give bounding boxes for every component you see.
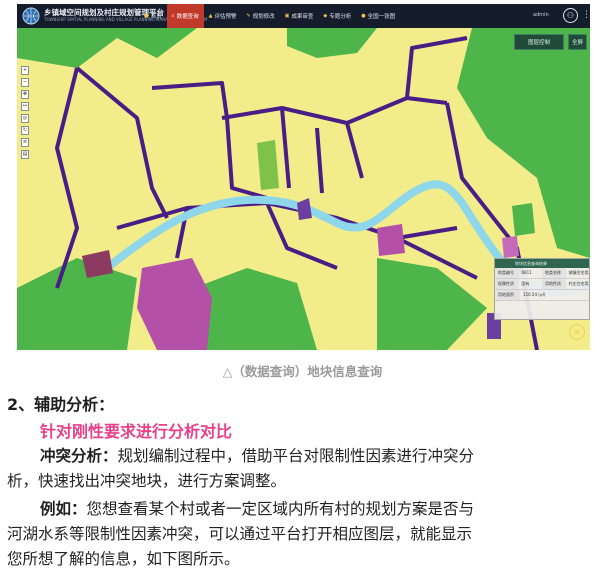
layer-control-button[interactable]: 图层控制: [514, 34, 564, 50]
cell: 0811: [521, 270, 532, 275]
paragraph-line: 您所想了解的信息，如下图所示。: [7, 550, 240, 568]
paragraph-line: 冲突分析：规划编制过程中，借助平台对限制性因素进行冲突分: [40, 444, 474, 466]
fullscreen-label: 全屏: [571, 40, 583, 46]
magenta-parcel: [377, 224, 405, 256]
nav-label: 首页: [150, 14, 162, 20]
section-heading: 2、辅助分析：: [7, 395, 115, 414]
cell: 城镇住宅用地: [568, 270, 590, 275]
nav-item-plan-edit[interactable]: ✎ 规划修改: [241, 4, 279, 28]
layer-control-label: 图层控制: [527, 40, 550, 46]
body-text: 规划编制过程中，借助平台对限制性因素进行冲突分: [117, 447, 475, 465]
nav-label: 全国一张图: [367, 14, 396, 20]
table-row: 地类编号 0811 地类名称 城镇住宅用地: [495, 268, 589, 279]
nav-label: 成果审查: [291, 14, 314, 20]
screenshot-frame: 乡镇域空间规划及村庄规划管理平台 TOWNSHIP SPATIAL PLANNI…: [17, 4, 590, 350]
chart-icon: ◆: [323, 13, 328, 19]
user-name[interactable]: admin: [533, 12, 549, 18]
menu-icon[interactable]: ⋮: [582, 9, 590, 23]
cell: 地类名称: [542, 268, 566, 278]
nav-label: 规划修改: [252, 14, 275, 20]
table-row: 权属性质 国有 用地性质 村庄住宅用地: [495, 279, 589, 290]
user-icon[interactable]: ⚇: [563, 8, 578, 23]
cell: 156.54 (㎡): [523, 292, 546, 297]
lead-text: 例如：: [40, 500, 87, 518]
lead-text: 冲突分析：: [40, 447, 118, 465]
nav-item-national-map[interactable]: ● 全国一张图: [356, 4, 400, 28]
green-area: [512, 203, 535, 236]
refresh-icon[interactable]: ↻: [21, 126, 29, 135]
edit-icon: ✎: [246, 13, 251, 19]
nav-label: 数据查询: [176, 14, 199, 20]
map-toolbar: + − ✥ ↔ ◎ ↻ ≡ ▤: [21, 66, 29, 159]
warning-icon: ▲: [208, 13, 213, 19]
cell: 权属性质: [495, 279, 519, 289]
paragraph-line: 例如：您想查看某个村或者一定区域内所有村的规划方案是否与: [40, 497, 474, 519]
measure-icon[interactable]: ↔: [21, 102, 29, 111]
body-text: 您想查看某个村或者一定区域内所有村的规划方案是否与: [86, 500, 475, 518]
paragraph-line: 河湖水系等限制性因素冲突，可以通过平台打开相应图层，就能显示: [7, 525, 473, 543]
table-row: 用地面积 156.54 (㎡): [495, 290, 589, 301]
home-icon: ■: [144, 13, 149, 19]
subheading: 针对刚性要求进行分析对比: [40, 422, 233, 441]
paragraph-line: 析，快速找出冲突地块，进行方案调整。: [7, 472, 287, 490]
globe-logo-icon: [22, 7, 40, 25]
zoom-in-icon[interactable]: +: [21, 66, 29, 75]
zoom-out-icon[interactable]: −: [21, 78, 29, 87]
fullscreen-button[interactable]: 全屏: [568, 34, 587, 50]
search-icon: ⌕: [171, 13, 175, 19]
cell: 用地性质: [542, 279, 566, 289]
nav-label: 专题分析: [329, 14, 352, 20]
nav-item-home[interactable]: ■ 首页: [139, 4, 167, 28]
cell: 地类编号: [495, 268, 519, 278]
panel-title: 地块信息查询结果: [495, 259, 589, 268]
cell: 用地面积: [495, 290, 520, 300]
nav-item-data-query[interactable]: ⌕ 数据查询: [166, 4, 204, 28]
print-icon[interactable]: ▤: [21, 150, 29, 159]
parcel-info-panel: 地块信息查询结果 地类编号 0811 地类名称 城镇住宅用地 权属性质 国有 用…: [494, 258, 590, 320]
main-nav: ■ 首页 ⌕ 数据查询 ▲ 评估预警 ✎ 规划修改 ▣ 成果审查 ◆ 专题分析 ● 全国一张图: [139, 4, 400, 28]
nav-item-assessment[interactable]: ▲ 评估预警: [204, 4, 242, 28]
locate-icon[interactable]: ◎: [21, 114, 29, 123]
nav-item-review[interactable]: ▣ 成果审查: [280, 4, 319, 28]
figure-caption: △（数据查询）地块信息查询: [222, 364, 383, 379]
cell: 村庄住宅用地: [568, 281, 590, 286]
map-icon: ●: [361, 13, 366, 19]
pan-icon[interactable]: ✥: [21, 90, 29, 99]
layers-icon[interactable]: ≡: [21, 138, 29, 147]
compass-icon[interactable]: ≡: [569, 324, 585, 340]
cell: 国有: [521, 281, 530, 286]
nav-item-analysis[interactable]: ◆ 专题分析: [318, 4, 356, 28]
top-bar: 乡镇域空间规划及村庄规划管理平台 TOWNSHIP SPATIAL PLANNI…: [17, 4, 590, 28]
magenta-parcel: [502, 236, 519, 258]
nav-label: 评估预警: [214, 14, 237, 20]
review-icon: ▣: [284, 13, 290, 19]
